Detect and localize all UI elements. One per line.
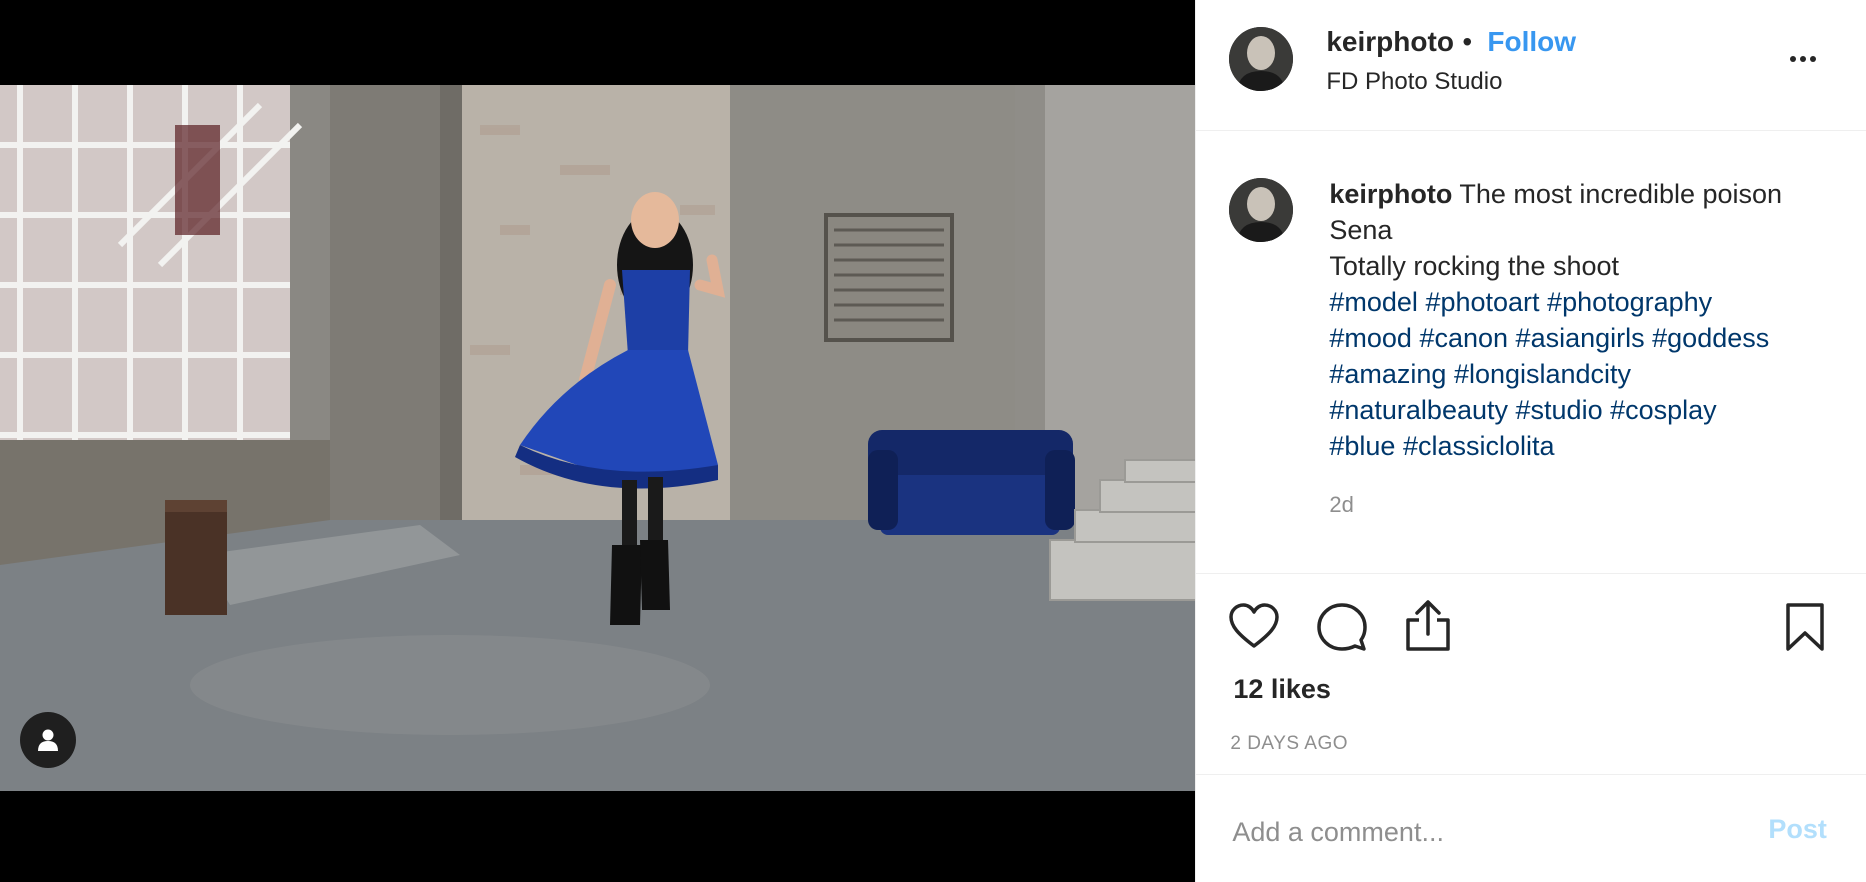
- hashtag-link[interactable]: #photography: [1547, 287, 1712, 317]
- location-link[interactable]: FD Photo Studio: [1326, 68, 1502, 96]
- hashtag-link[interactable]: #studio: [1516, 395, 1603, 425]
- caption-text: keirphoto The most incredible poison Sen…: [1329, 176, 1829, 464]
- bookmark-icon: [1786, 603, 1825, 651]
- like-button[interactable]: [1228, 602, 1280, 655]
- post-details-panel: keirphoto • Follow FD Photo Studio keirp…: [1195, 0, 1866, 882]
- hashtag-link[interactable]: #longislandcity: [1454, 359, 1631, 389]
- heart-icon: [1229, 603, 1280, 648]
- username-link[interactable]: keirphoto: [1326, 26, 1454, 58]
- post-viewer: keirphoto • Follow FD Photo Studio keirp…: [0, 0, 1866, 882]
- hashtag-link[interactable]: #photoart: [1425, 287, 1539, 317]
- tag-people-button[interactable]: [20, 712, 76, 768]
- share-icon: [1406, 600, 1451, 651]
- avatar[interactable]: [1229, 27, 1294, 91]
- hashtag-link[interactable]: #goddess: [1652, 323, 1769, 353]
- caption-line-2: Totally rocking the shoot: [1329, 251, 1620, 281]
- share-button[interactable]: [1404, 598, 1452, 657]
- save-button[interactable]: [1784, 602, 1826, 657]
- more-dot: [1800, 56, 1807, 62]
- comment-icon: [1317, 603, 1368, 651]
- comment-form: Post: [1196, 776, 1866, 882]
- comment-button[interactable]: [1317, 602, 1368, 657]
- hashtag-link[interactable]: #canon: [1419, 323, 1508, 353]
- action-bar: 12 likes 2 DAYS AGO: [1196, 574, 1866, 775]
- post-timestamp: 2 DAYS AGO: [1230, 733, 1348, 754]
- more-dot: [1810, 56, 1817, 62]
- more-options-button[interactable]: [1783, 44, 1823, 74]
- post-header: keirphoto • Follow FD Photo Studio: [1196, 0, 1866, 131]
- more-horizontal-icon: [1790, 56, 1797, 62]
- user-icon: [38, 729, 58, 751]
- hashtag-link[interactable]: #mood: [1329, 323, 1412, 353]
- hashtag-link[interactable]: #asiangirls: [1516, 323, 1645, 353]
- likes-count[interactable]: 12 likes: [1233, 674, 1331, 705]
- hashtag-link[interactable]: #blue: [1329, 431, 1395, 461]
- hashtag-link[interactable]: #model: [1329, 287, 1418, 317]
- media-panel: [0, 0, 1196, 882]
- comment-input[interactable]: [1232, 812, 1753, 852]
- hashtag-link[interactable]: #naturalbeauty: [1329, 395, 1508, 425]
- hashtag-list: #model #photoart #photography #mood #can…: [1329, 287, 1769, 461]
- caption-username[interactable]: keirphoto: [1329, 179, 1452, 209]
- caption-avatar[interactable]: [1229, 178, 1294, 242]
- caption-section: keirphoto The most incredible poison Sen…: [1196, 130, 1866, 574]
- post-comment-button[interactable]: Post: [1768, 814, 1827, 845]
- hashtag-link[interactable]: #classiclolita: [1403, 431, 1555, 461]
- hashtag-link[interactable]: #cosplay: [1610, 395, 1717, 425]
- follow-button[interactable]: Follow: [1487, 26, 1576, 58]
- post-photo[interactable]: [0, 85, 1196, 791]
- separator-dot: •: [1462, 26, 1473, 57]
- hashtag-link[interactable]: #amazing: [1329, 359, 1446, 389]
- caption-timestamp[interactable]: 2d: [1329, 492, 1353, 518]
